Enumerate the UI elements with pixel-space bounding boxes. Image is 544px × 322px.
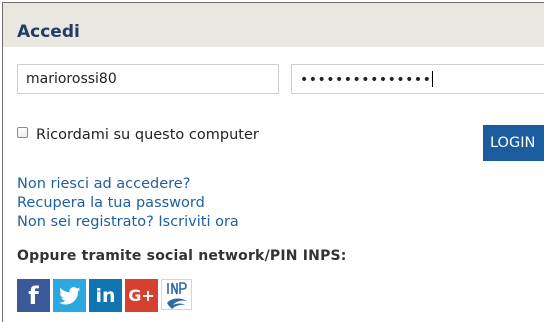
googleplus-button[interactable]: G+ [125, 279, 158, 312]
linkedin-icon: in [95, 284, 116, 307]
text-caret [432, 71, 434, 87]
panel-title: Accedi [17, 22, 80, 42]
twitter-button[interactable] [53, 279, 86, 312]
social-title: Oppure tramite social network/PIN INPS: [17, 248, 347, 264]
link-cannot-access[interactable]: Non riesci ad accedere? [17, 175, 239, 194]
social-buttons: f in G+ [17, 279, 192, 312]
password-field[interactable]: ••••••••••••••• [291, 64, 544, 94]
remember-me[interactable]: Ricordami su questo computer [17, 126, 259, 143]
username-value: mariorossi80 [26, 71, 117, 87]
facebook-icon: f [28, 281, 39, 310]
password-value: ••••••••••••••• [300, 72, 432, 88]
linkedin-button[interactable]: in [89, 279, 122, 312]
inps-pin-button[interactable] [161, 279, 192, 310]
inps-logo-icon [166, 281, 187, 309]
twitter-icon [58, 286, 80, 304]
help-links: Non riesci ad accedere? Recupera la tua … [17, 175, 239, 232]
link-recover-password[interactable]: Recupera la tua password [17, 194, 239, 213]
login-button[interactable]: LOGIN [483, 125, 544, 161]
username-field[interactable]: mariorossi80 [17, 64, 279, 94]
googleplus-icon: G+ [128, 286, 155, 305]
panel-header: Accedi [3, 3, 544, 47]
facebook-button[interactable]: f [17, 279, 50, 312]
login-panel: Accedi mariorossi80 ••••••••••••••• Rico… [2, 2, 544, 322]
link-register[interactable]: Non sei registrato? Iscriviti ora [17, 213, 239, 232]
remember-checkbox[interactable] [17, 126, 28, 138]
remember-label: Ricordami su questo computer [36, 127, 259, 143]
